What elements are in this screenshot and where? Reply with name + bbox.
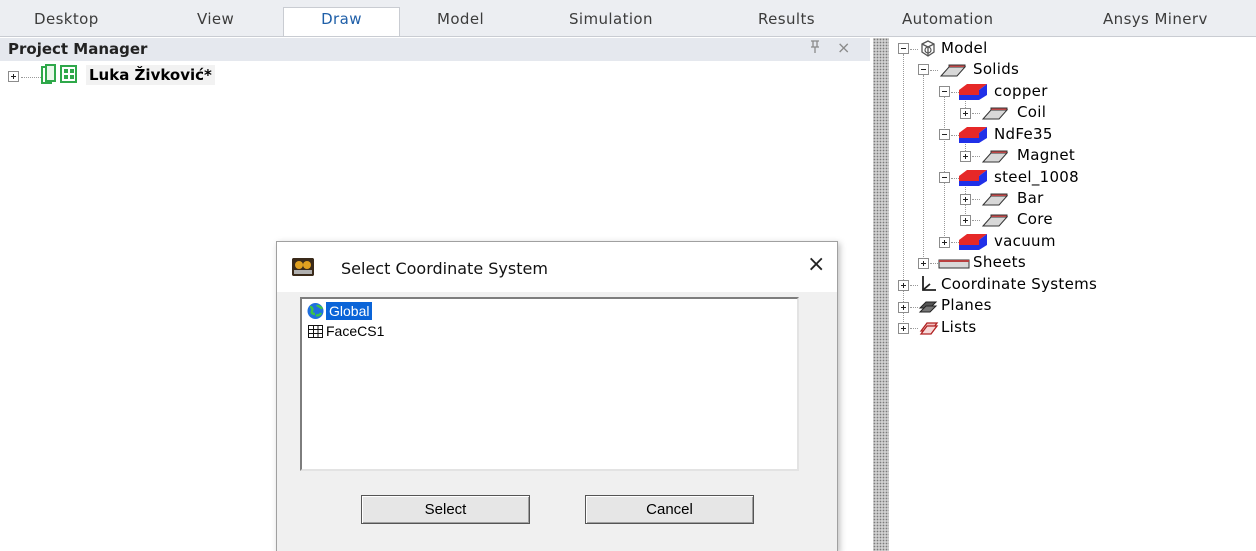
tab-view[interactable]: View	[197, 8, 234, 36]
dialog-title: Select Coordinate System	[341, 259, 548, 278]
cancel-button[interactable]: Cancel	[585, 495, 754, 524]
project-icon	[40, 64, 78, 90]
tab-ansys-minerva[interactable]: Ansys Minerv	[1103, 8, 1208, 36]
collapse-model-icon[interactable]	[898, 43, 909, 54]
collapse-solids-icon[interactable]	[918, 64, 929, 75]
material-icon	[957, 168, 989, 192]
expand-planes-icon[interactable]	[898, 302, 909, 313]
app-icon	[292, 258, 314, 276]
lists-icon	[918, 319, 940, 341]
dialog-titlebar: Select Coordinate System ×	[277, 242, 837, 292]
tree-item-material[interactable]: vacuum	[994, 232, 1056, 250]
collapse-material-icon[interactable]	[939, 129, 950, 140]
grid-icon	[308, 324, 323, 342]
tree-connector	[21, 77, 41, 78]
sheet-icon	[938, 256, 970, 274]
select-button[interactable]: Select	[361, 495, 530, 524]
list-item-label: FaceCS1	[326, 323, 385, 339]
expand-object-icon[interactable]	[960, 194, 971, 205]
tab-results[interactable]: Results	[758, 8, 815, 36]
expand-sheets-icon[interactable]	[918, 258, 929, 269]
tree-item-solids[interactable]: Solids	[973, 60, 1019, 78]
tree-item-material[interactable]: copper	[994, 82, 1048, 100]
expand-object-icon[interactable]	[960, 215, 971, 226]
coordinate-system-icon	[918, 274, 938, 298]
project-name[interactable]: Luka Živković*	[86, 65, 215, 85]
tree-item-sheets[interactable]: Sheets	[973, 253, 1026, 271]
expand-lists-icon[interactable]	[898, 323, 909, 334]
tree-connector	[923, 75, 924, 263]
tree-item-lists[interactable]: Lists	[941, 318, 977, 336]
tree-item-material[interactable]: NdFe35	[994, 125, 1053, 143]
tree-connector	[910, 49, 918, 50]
tree-item-model[interactable]: Model	[941, 39, 988, 57]
pin-icon[interactable]	[808, 39, 822, 59]
expand-project-icon[interactable]	[8, 71, 19, 82]
list-item-label: Global	[326, 302, 373, 320]
close-icon[interactable]: ×	[807, 252, 825, 277]
globe-icon	[306, 302, 325, 324]
tab-model[interactable]: Model	[437, 8, 484, 36]
planes-icon	[918, 298, 938, 320]
solid-box-icon	[979, 148, 1009, 168]
model-icon	[918, 40, 938, 62]
ribbon-tab-bar: Desktop View Draw Model Simulation Resul…	[0, 0, 1256, 37]
expand-object-icon[interactable]	[960, 151, 971, 162]
expand-coordinate-systems-icon[interactable]	[898, 280, 909, 291]
tree-item-material[interactable]: steel_1008	[994, 168, 1079, 186]
tab-draw[interactable]: Draw	[283, 7, 400, 36]
tree-connector	[930, 263, 938, 264]
project-manager-header: Project Manager ×	[0, 38, 870, 61]
tab-desktop[interactable]: Desktop	[34, 8, 99, 36]
solid-box-icon	[979, 212, 1009, 232]
material-icon	[957, 82, 989, 106]
tree-item-object[interactable]: Coil	[1017, 103, 1046, 121]
tree-connector	[910, 307, 918, 308]
tree-item-object[interactable]: Core	[1017, 210, 1053, 228]
expand-material-icon[interactable]	[939, 237, 950, 248]
tab-automation[interactable]: Automation	[902, 8, 993, 36]
tree-item-object[interactable]: Bar	[1017, 189, 1044, 207]
close-panel-icon[interactable]: ×	[837, 38, 850, 57]
tree-connector	[944, 96, 945, 242]
project-manager-title: Project Manager	[8, 40, 148, 58]
tree-item-object[interactable]: Magnet	[1017, 146, 1075, 164]
tab-simulation[interactable]: Simulation	[569, 8, 653, 36]
solid-box-icon	[937, 62, 967, 82]
panel-splitter[interactable]	[873, 38, 889, 551]
collapse-material-icon[interactable]	[939, 172, 950, 183]
tree-item-coordinate-systems[interactable]: Coordinate Systems	[941, 275, 1097, 293]
solid-box-icon	[979, 191, 1009, 211]
expand-object-icon[interactable]	[960, 108, 971, 119]
solid-box-icon	[979, 105, 1009, 125]
tree-connector	[910, 285, 918, 286]
tree-item-planes[interactable]: Planes	[941, 296, 992, 314]
coordinate-system-list[interactable]: Global FaceCS1	[300, 297, 799, 471]
select-coordinate-system-dialog: Select Coordinate System × Global FaceCS…	[276, 241, 838, 551]
model-tree: Model Solids copper Coil NdFe35 Magnet s…	[889, 38, 1256, 551]
material-icon	[957, 125, 989, 149]
collapse-material-icon[interactable]	[939, 86, 950, 97]
tree-connector	[910, 328, 918, 329]
